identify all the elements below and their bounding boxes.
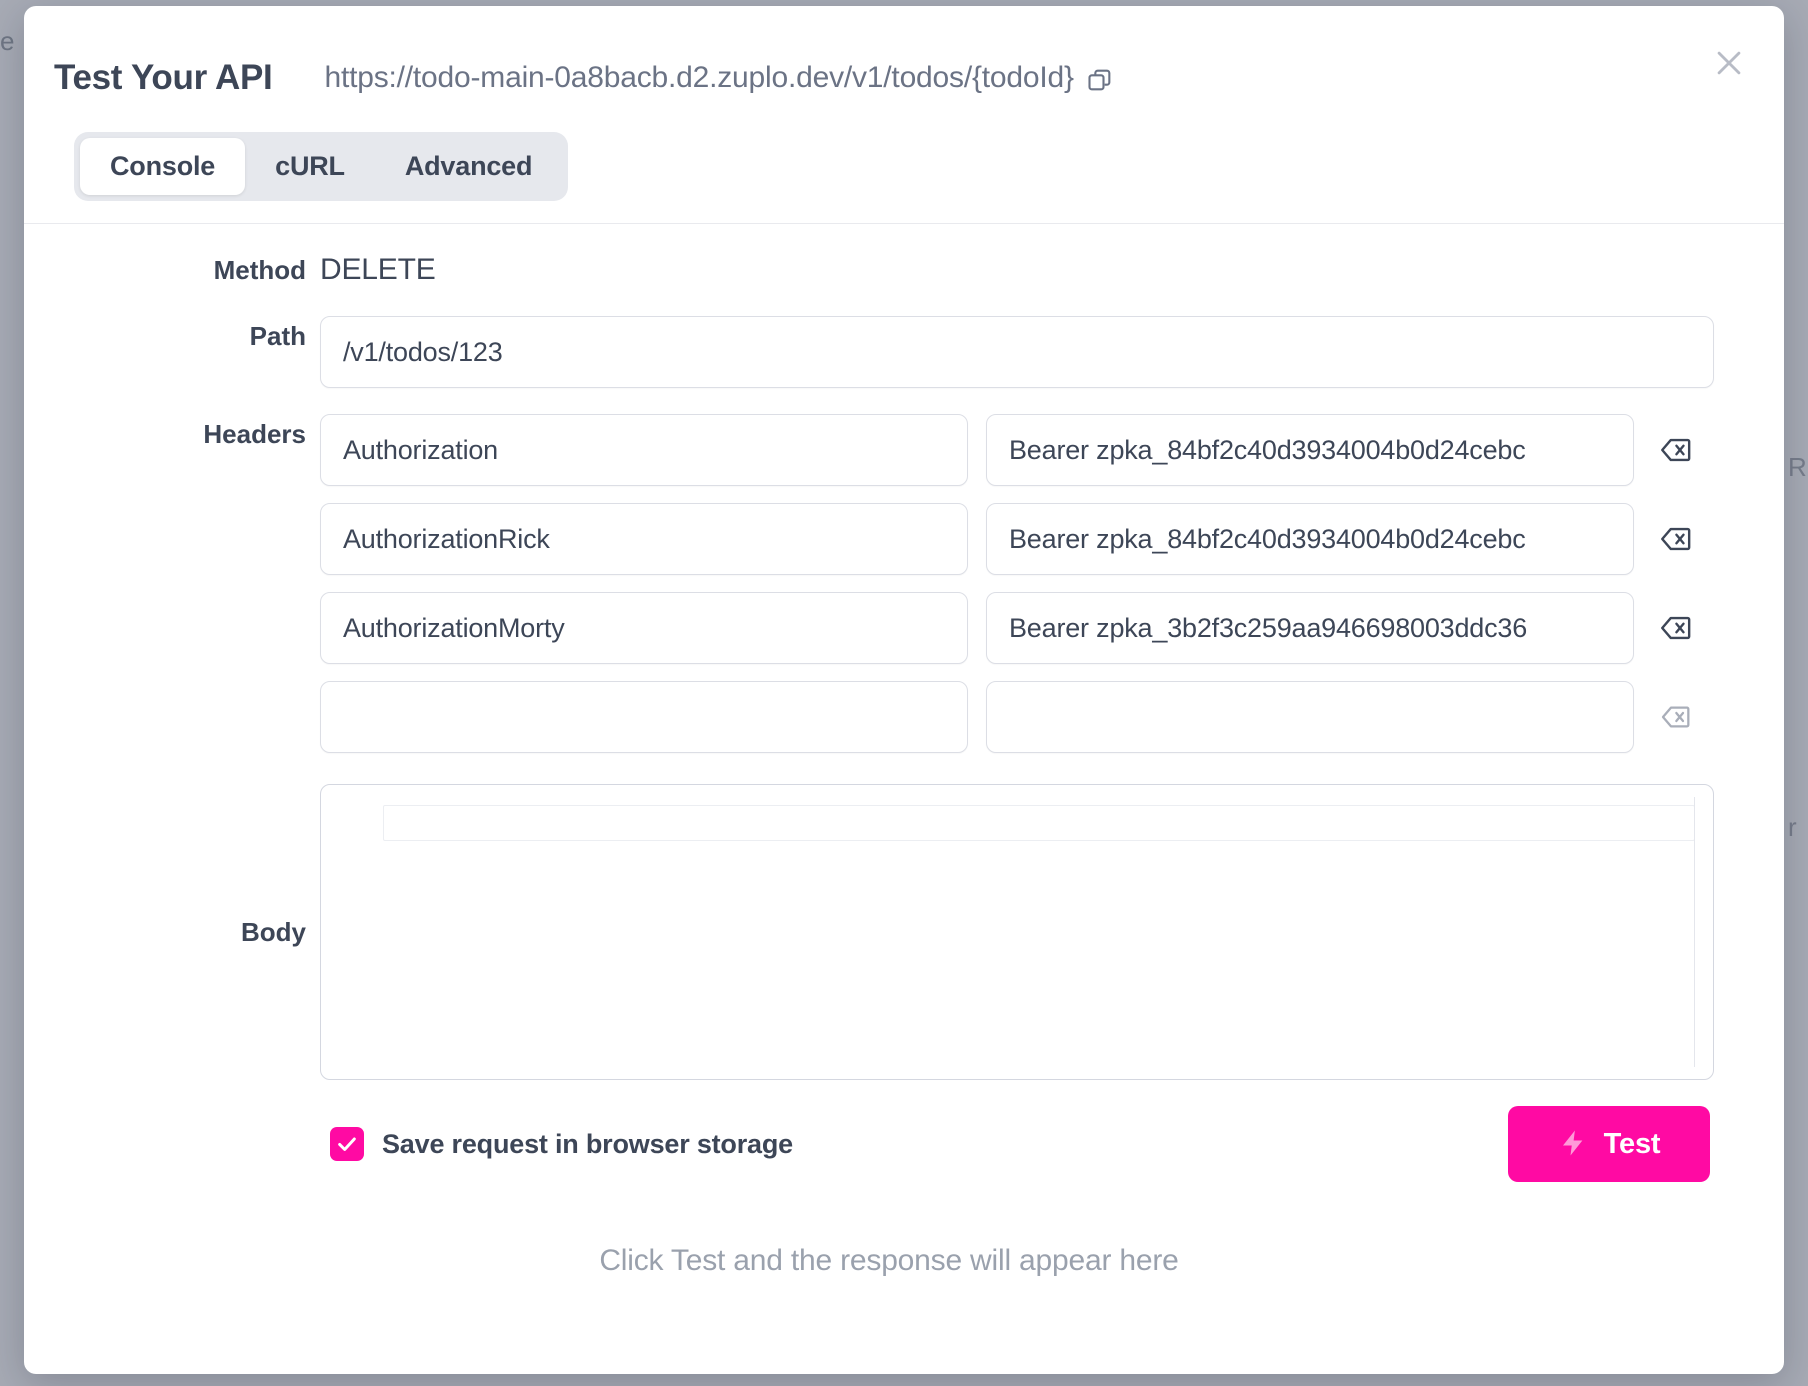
background-ghost-text-right-bottom: r [1788, 812, 1797, 842]
body-editor[interactable] [320, 784, 1714, 1080]
header-row: AuthorizationMorty Bearer zpka_3b2f3c259… [320, 592, 1698, 664]
header-divider [24, 223, 1784, 224]
method-value: DELETE [320, 253, 436, 286]
delete-header-icon-disabled [1652, 694, 1698, 740]
method-label: Method [213, 255, 306, 285]
header-row-empty [320, 681, 1698, 753]
method-row: Method DELETE [24, 250, 1754, 290]
copy-icon[interactable] [1086, 66, 1114, 94]
test-button-label: Test [1603, 1127, 1661, 1160]
page-title: Test Your API [54, 58, 273, 97]
body-label: Body [241, 917, 306, 947]
background-ghost-text-left: e [0, 26, 15, 56]
delete-header-icon[interactable] [1652, 605, 1698, 651]
header-value-input[interactable]: Bearer zpka_3b2f3c259aa946698003ddc36 [986, 592, 1634, 664]
background-ghost-text-right-top: R [1788, 452, 1807, 482]
request-form: Method DELETE Path /v1/todos/123 Headers… [24, 250, 1784, 1278]
tab-console[interactable]: Console [80, 138, 246, 195]
header-value-input[interactable]: Bearer zpka_84bf2c40d3934004b0d24cebc [986, 503, 1634, 575]
header-value-input[interactable] [986, 681, 1634, 753]
header-name-input[interactable]: Authorization [320, 414, 968, 486]
headers-row: Headers Authorization Bearer zpka_84bf2c… [24, 414, 1754, 770]
header-name-input[interactable] [320, 681, 968, 753]
path-input[interactable]: /v1/todos/123 [320, 316, 1714, 388]
modal-header: Test Your API https://todo-main-0a8bacb.… [24, 6, 1784, 110]
headers-label: Headers [203, 419, 306, 449]
test-your-api-modal: Test Your API https://todo-main-0a8bacb.… [24, 6, 1784, 1374]
path-row: Path /v1/todos/123 [24, 316, 1754, 388]
header-value-input[interactable]: Bearer zpka_84bf2c40d3934004b0d24cebc [986, 414, 1634, 486]
save-request-checkbox[interactable]: Save request in browser storage [330, 1127, 793, 1161]
header-name-input[interactable]: AuthorizationMorty [320, 592, 968, 664]
body-editor-guide [1694, 797, 1695, 1067]
form-footer: Save request in browser storage Test [24, 1106, 1754, 1182]
save-request-label: Save request in browser storage [382, 1128, 793, 1159]
checkbox-checked-icon[interactable] [330, 1127, 364, 1161]
tab-bar: Console cURL Advanced [24, 110, 1784, 201]
response-placeholder: Click Test and the response will appear … [599, 1244, 1179, 1277]
tab-curl[interactable]: cURL [245, 138, 375, 195]
header-name-input[interactable]: AuthorizationRick [320, 503, 968, 575]
body-editor-active-line [383, 805, 1695, 841]
header-row: Authorization Bearer zpka_84bf2c40d39340… [320, 414, 1698, 486]
path-label: Path [249, 321, 306, 351]
api-url: https://todo-main-0a8bacb.d2.zuplo.dev/v… [324, 61, 1074, 94]
delete-header-icon[interactable] [1652, 516, 1698, 562]
test-button[interactable]: Test [1508, 1106, 1710, 1182]
body-row: Body [24, 784, 1754, 1080]
delete-header-icon[interactable] [1652, 427, 1698, 473]
tab-advanced[interactable]: Advanced [375, 138, 562, 195]
lightning-bolt-icon [1558, 1128, 1588, 1161]
header-row: AuthorizationRick Bearer zpka_84bf2c40d3… [320, 503, 1698, 575]
close-icon[interactable] [1706, 40, 1752, 86]
